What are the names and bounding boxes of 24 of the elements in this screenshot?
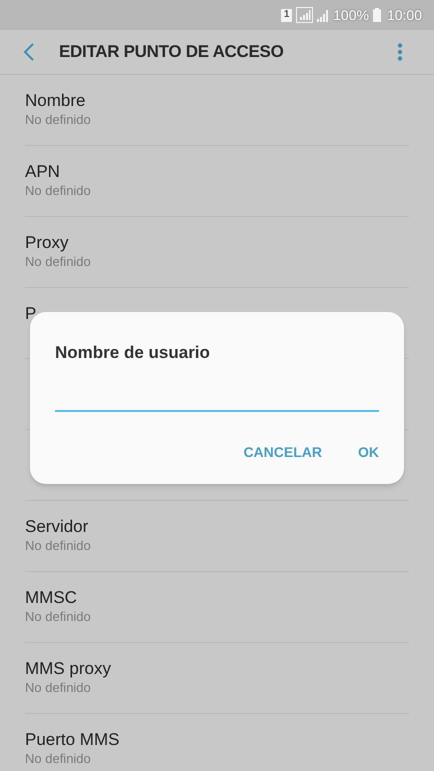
setting-value: No definido: [25, 111, 91, 128]
signal-icon: [296, 7, 314, 23]
setting-value: No definido: [25, 608, 91, 625]
more-options-icon[interactable]: [397, 43, 403, 61]
setting-value: No definido: [25, 182, 91, 199]
screen-title: EDITAR PUNTO DE ACCESO: [59, 41, 284, 64]
sim-icon: 1: [281, 8, 292, 22]
setting-title[interactable]: Servidor: [25, 516, 88, 537]
battery-icon: [372, 8, 381, 22]
battery-percent: 100%: [333, 6, 369, 24]
setting-value: No definido: [25, 679, 91, 696]
setting-value: No definido: [25, 253, 91, 270]
setting-title[interactable]: Puerto MMS: [25, 729, 120, 750]
setting-title[interactable]: MMS proxy: [25, 658, 111, 679]
setting-title[interactable]: Nombre: [25, 90, 86, 111]
setting-title[interactable]: MMSC: [25, 587, 77, 608]
setting-value: No definido: [25, 750, 91, 767]
signal-icon: [317, 8, 330, 22]
dialog-title: Nombre de usuario: [55, 342, 211, 364]
clock: 10:00: [386, 6, 422, 24]
back-icon[interactable]: [23, 43, 35, 61]
setting-title[interactable]: APN: [25, 161, 60, 182]
setting-title[interactable]: Proxy: [25, 232, 68, 253]
setting-value: No definido: [25, 537, 91, 554]
